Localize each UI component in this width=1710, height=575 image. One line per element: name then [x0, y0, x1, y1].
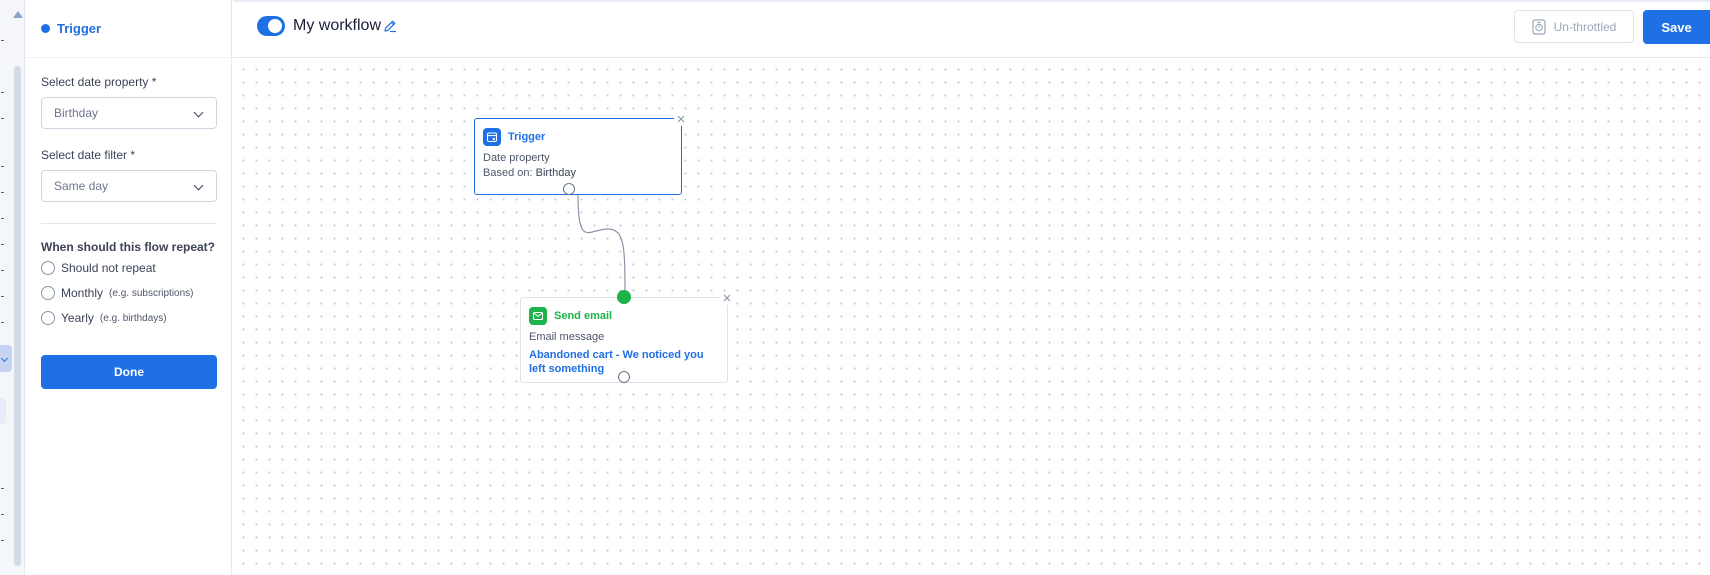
trigger-node-header: Trigger	[483, 128, 545, 146]
done-button[interactable]: Done	[41, 355, 217, 389]
mail-icon	[529, 307, 547, 325]
outer-hover-item[interactable]	[0, 398, 6, 424]
node-connector	[577, 194, 626, 298]
workflow-title: My workflow	[293, 17, 382, 34]
outer-tick	[1, 92, 4, 93]
chevron-down-icon	[193, 107, 204, 118]
radio-hint: (e.g. birthdays)	[99, 312, 167, 324]
trigger-node-based-on: Based on: Birthday	[483, 167, 576, 179]
toggle-knob	[268, 19, 282, 33]
close-icon[interactable]	[720, 291, 734, 305]
radio-label: Yearly	[61, 311, 94, 325]
workflow-editor: Trigger Select date property * Birthday …	[0, 0, 1710, 575]
pencil-icon[interactable]	[383, 19, 397, 33]
outer-tick	[1, 166, 4, 167]
send-email-node[interactable]: Send email Email message Abandoned cart …	[520, 290, 734, 383]
trigger-node-type: Date property	[483, 152, 550, 164]
outer-tick	[1, 514, 4, 515]
stopwatch-icon	[1532, 18, 1546, 35]
calendar-trigger-icon	[483, 128, 501, 146]
outer-tick	[1, 540, 4, 541]
close-icon[interactable]	[674, 112, 688, 126]
throttle-label: Un-throttled	[1553, 19, 1617, 34]
outer-tick	[1, 488, 4, 489]
outer-tick	[1, 296, 4, 297]
outer-tick	[1, 322, 4, 323]
date-filter-label: Select date filter *	[41, 148, 136, 162]
date-property-label: Select date property *	[41, 75, 157, 89]
panel-divider	[25, 57, 232, 58]
email-node-title: Send email	[554, 310, 613, 322]
outer-sidebar-strip	[0, 0, 25, 575]
date-filter-select[interactable]: Same day	[41, 170, 217, 202]
email-input-port[interactable]	[617, 290, 631, 304]
save-button[interactable]: Save	[1643, 10, 1710, 44]
radio-circle[interactable]	[41, 311, 55, 325]
trigger-settings-panel: Trigger Select date property * Birthday …	[25, 0, 232, 575]
radio-hint: (e.g. subscriptions)	[109, 287, 194, 299]
date-property-select[interactable]: Birthday	[41, 97, 217, 129]
date-filter-value: Same day	[54, 179, 109, 193]
radio-circle[interactable]	[41, 261, 55, 275]
radio-label: Should not repeat	[61, 261, 156, 275]
outer-tick	[1, 218, 4, 219]
workflow-toggle[interactable]	[257, 16, 285, 36]
based-on-prefix: Based on:	[483, 167, 533, 179]
throttle-button[interactable]: Un-throttled	[1514, 10, 1634, 43]
workflow-canvas[interactable]: Trigger Date property Based on: Birthday	[233, 59, 1710, 575]
based-on-value: Birthday	[535, 167, 576, 179]
trigger-output-port[interactable]	[563, 183, 575, 195]
scroll-up-arrow-icon[interactable]	[13, 11, 23, 18]
radio-circle[interactable]	[41, 286, 55, 300]
workflow-header: My workflow Un-throttled Save	[233, 0, 1710, 58]
panel-header: Trigger	[41, 21, 101, 36]
outer-tick	[1, 118, 4, 119]
outer-tick	[1, 270, 4, 271]
repeat-label: When should this flow repeat?	[41, 240, 215, 254]
outer-scrollbar[interactable]	[14, 66, 21, 566]
trigger-node-title: Trigger	[508, 131, 546, 143]
radio-label: Monthly	[61, 286, 104, 300]
date-property-value: Birthday	[54, 106, 99, 120]
status-dot-icon	[41, 24, 50, 33]
outer-tick	[1, 40, 4, 41]
chevron-down-icon	[193, 180, 204, 191]
section-divider	[41, 223, 217, 224]
radio-monthly[interactable]: Monthly (e.g. subscriptions)	[41, 286, 194, 300]
email-node-type: Email message	[529, 331, 605, 343]
email-output-port[interactable]	[618, 371, 630, 383]
panel-title: Trigger	[57, 21, 102, 36]
outer-active-item[interactable]	[0, 345, 12, 372]
radio-yearly[interactable]: Yearly (e.g. birthdays)	[41, 311, 167, 325]
radio-should-not-repeat[interactable]: Should not repeat	[41, 261, 156, 275]
email-node-header: Send email	[529, 307, 612, 325]
outer-tick	[1, 244, 4, 245]
outer-tick	[1, 192, 4, 193]
trigger-node[interactable]: Trigger Date property Based on: Birthday	[474, 112, 688, 195]
